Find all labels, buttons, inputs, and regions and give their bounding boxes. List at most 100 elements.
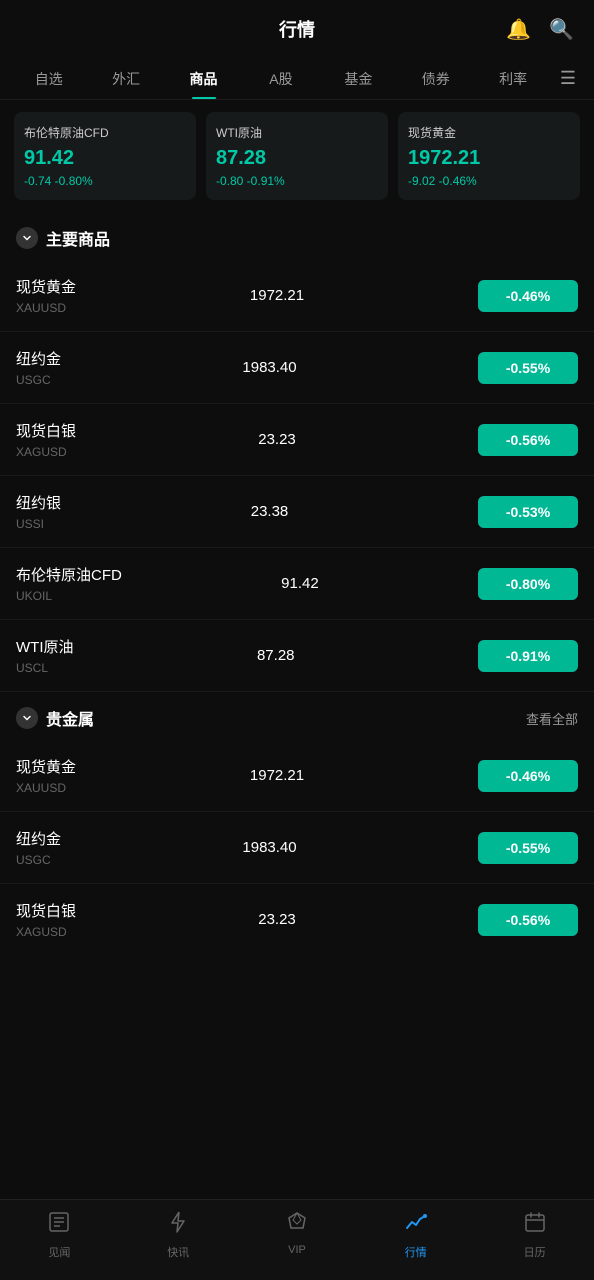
- header: 行情 🔔 🔍: [0, 0, 594, 58]
- ticker-card-wti[interactable]: WTI原油 87.28 -0.80 -0.91%: [206, 112, 388, 200]
- item-change-badge: -0.56%: [478, 904, 578, 936]
- nav-label-news: 见闻: [48, 1244, 70, 1260]
- item-info: 现货白银 XAGUSD: [16, 420, 76, 459]
- tab-jijin[interactable]: 基金: [320, 59, 397, 99]
- item-change-badge: -0.91%: [478, 640, 578, 672]
- tab-a-stock[interactable]: A股: [242, 59, 319, 99]
- flash-icon: [166, 1210, 190, 1240]
- tab-zixuan[interactable]: 自选: [10, 59, 87, 99]
- ticker-wti-change: -0.80 -0.91%: [216, 174, 378, 188]
- item-code: XAGUSD: [16, 925, 76, 939]
- item-price: 23.38: [61, 503, 478, 520]
- item-code: USGC: [16, 853, 61, 867]
- item-change-badge: -0.46%: [478, 760, 578, 792]
- main-content: 布伦特原油CFD 91.42 -0.74 -0.80% WTI原油 87.28 …: [0, 100, 594, 1027]
- item-price: 23.23: [76, 431, 478, 448]
- item-info: 纽约金 USGC: [16, 348, 61, 387]
- nav-item-news[interactable]: 见闻: [0, 1210, 119, 1260]
- bell-icon[interactable]: 🔔: [506, 17, 531, 42]
- ticker-card-brent[interactable]: 布伦特原油CFD 91.42 -0.74 -0.80%: [14, 112, 196, 200]
- item-name: 现货白银: [16, 900, 76, 921]
- item-code: XAGUSD: [16, 445, 76, 459]
- list-item[interactable]: 现货白银 XAGUSD 23.23 -0.56%: [0, 404, 594, 476]
- item-change-badge: -0.56%: [478, 424, 578, 456]
- item-name: WTI原油: [16, 636, 74, 657]
- item-price: 1972.21: [76, 287, 478, 304]
- item-change-badge: -0.55%: [478, 352, 578, 384]
- nav-label-vip: VIP: [288, 1244, 306, 1256]
- tab-waihui[interactable]: 外汇: [87, 59, 164, 99]
- news-icon: [47, 1210, 71, 1240]
- item-name: 现货黄金: [16, 756, 76, 777]
- nav-label-market: 行情: [405, 1244, 427, 1260]
- main-commodities-title: 主要商品: [46, 226, 110, 250]
- list-item[interactable]: 纽约银 USSI 23.38 -0.53%: [0, 476, 594, 548]
- nav-tabs: 自选 外汇 商品 A股 基金 债券 利率 ☰: [0, 58, 594, 100]
- item-info: 现货黄金 XAUUSD: [16, 276, 76, 315]
- nav-label-calendar: 日历: [524, 1244, 546, 1260]
- list-item[interactable]: 布伦特原油CFD UKOIL 91.42 -0.80%: [0, 548, 594, 620]
- main-commodities-header: 主要商品: [0, 212, 594, 260]
- list-item[interactable]: 现货黄金 XAUUSD 1972.21 -0.46%: [0, 740, 594, 812]
- tab-lilv[interactable]: 利率: [474, 59, 551, 99]
- precious-metals-list: 现货黄金 XAUUSD 1972.21 -0.46% 纽约金 USGC 1983…: [0, 740, 594, 947]
- ticker-gold-name: 现货黄金: [408, 124, 570, 141]
- header-actions: 🔔 🔍: [506, 17, 574, 42]
- item-change-badge: -0.46%: [478, 280, 578, 312]
- more-menu-icon[interactable]: ☰: [552, 58, 584, 99]
- section-collapse-icon[interactable]: [16, 707, 38, 729]
- item-price: 23.23: [76, 911, 478, 928]
- main-commodities-list: 现货黄金 XAUUSD 1972.21 -0.46% 纽约金 USGC 1983…: [0, 260, 594, 692]
- list-item-partial[interactable]: 现货白银 XAGUSD 23.23 -0.56%: [0, 884, 594, 947]
- item-info: WTI原油 USCL: [16, 636, 74, 675]
- item-price: 91.42: [122, 575, 478, 592]
- ticker-wti-name: WTI原油: [216, 124, 378, 141]
- ticker-brent-change: -0.74 -0.80%: [24, 174, 186, 188]
- item-price: 1972.21: [76, 767, 478, 784]
- nav-item-market[interactable]: 行情: [356, 1210, 475, 1260]
- item-code: XAUUSD: [16, 781, 76, 795]
- precious-metals-title: 贵金属: [46, 706, 94, 730]
- nav-item-calendar[interactable]: 日历: [475, 1210, 594, 1260]
- page-title: 行情: [279, 16, 315, 42]
- item-code: UKOIL: [16, 589, 122, 603]
- nav-item-vip[interactable]: VIP: [238, 1210, 357, 1260]
- list-item[interactable]: 纽约金 USGC 1983.40 -0.55%: [0, 812, 594, 884]
- search-icon[interactable]: 🔍: [549, 17, 574, 42]
- item-name: 纽约银: [16, 492, 61, 513]
- ticker-card-gold[interactable]: 现货黄金 1972.21 -9.02 -0.46%: [398, 112, 580, 200]
- ticker-wti-price: 87.28: [216, 147, 378, 170]
- tab-zhaiquan[interactable]: 债券: [397, 59, 474, 99]
- item-name: 纽约金: [16, 348, 61, 369]
- nav-item-flash[interactable]: 快讯: [119, 1210, 238, 1260]
- market-icon: [404, 1210, 428, 1240]
- item-info: 现货白银 XAGUSD: [16, 900, 76, 939]
- list-item[interactable]: 现货黄金 XAUUSD 1972.21 -0.46%: [0, 260, 594, 332]
- list-item[interactable]: WTI原油 USCL 87.28 -0.91%: [0, 620, 594, 692]
- calendar-icon: [523, 1210, 547, 1240]
- item-info: 纽约金 USGC: [16, 828, 61, 867]
- section-collapse-icon[interactable]: [16, 227, 38, 249]
- ticker-brent-price: 91.42: [24, 147, 186, 170]
- item-change-badge: -0.55%: [478, 832, 578, 864]
- item-name: 布伦特原油CFD: [16, 564, 122, 585]
- item-change-badge: -0.53%: [478, 496, 578, 528]
- item-price: 1983.40: [61, 359, 478, 376]
- item-name: 现货黄金: [16, 276, 76, 297]
- section-left: 主要商品: [16, 226, 110, 250]
- bottom-navigation: 见闻 快讯 VIP 行情: [0, 1199, 594, 1280]
- tab-shangpin[interactable]: 商品: [165, 59, 242, 99]
- view-all-link[interactable]: 查看全部: [526, 709, 578, 728]
- item-name: 现货白银: [16, 420, 76, 441]
- ticker-gold-change: -9.02 -0.46%: [408, 174, 570, 188]
- vip-icon: [285, 1210, 309, 1240]
- item-info: 纽约银 USSI: [16, 492, 61, 531]
- ticker-cards: 布伦特原油CFD 91.42 -0.74 -0.80% WTI原油 87.28 …: [0, 100, 594, 212]
- nav-label-flash: 快讯: [167, 1244, 189, 1260]
- item-info: 布伦特原油CFD UKOIL: [16, 564, 122, 603]
- item-code: XAUUSD: [16, 301, 76, 315]
- section-left: 贵金属: [16, 706, 94, 730]
- list-item[interactable]: 纽约金 USGC 1983.40 -0.55%: [0, 332, 594, 404]
- item-code: USCL: [16, 661, 74, 675]
- item-name: 纽约金: [16, 828, 61, 849]
